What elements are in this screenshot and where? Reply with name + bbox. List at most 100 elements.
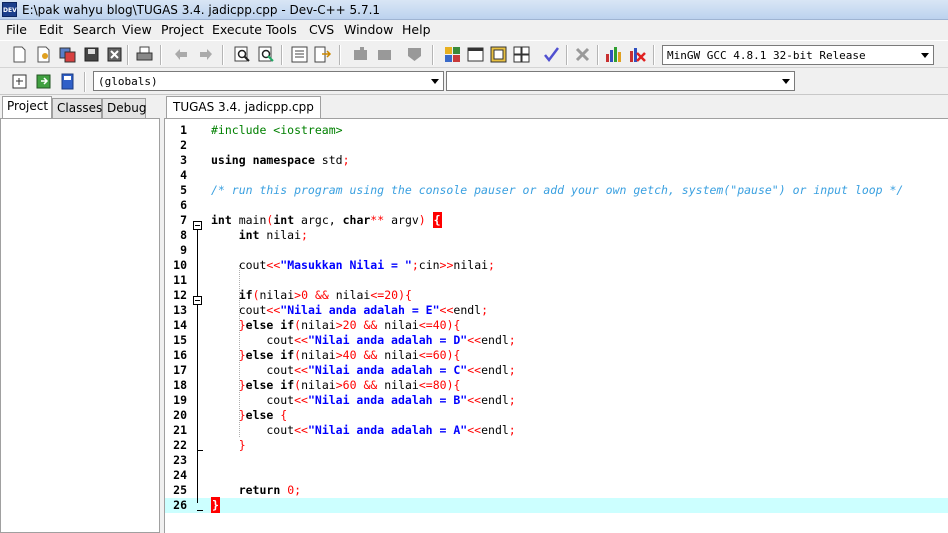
indent-icon[interactable] <box>290 45 309 64</box>
code-line[interactable]: 20 }else { <box>165 408 948 423</box>
code-line[interactable]: 8 int nilai; <box>165 228 948 243</box>
rebuild-icon[interactable] <box>512 45 531 64</box>
code-line[interactable]: 9 <box>165 243 948 258</box>
code-line[interactable]: 24 <box>165 468 948 483</box>
title-bar: DEV E:\pak wahyu blog\TUGAS 3.4. jadicpp… <box>0 0 948 20</box>
line-number: 6 <box>180 198 187 212</box>
fold-toggle-if[interactable] <box>193 296 202 305</box>
code-line[interactable]: 5 /* run this program using the console p… <box>165 183 948 198</box>
code-line[interactable]: 16 }else if(nilai>40 && nilai<=60){ <box>165 348 948 363</box>
line-number: 9 <box>180 243 187 257</box>
toolbar-separator <box>597 45 599 65</box>
line-number: 12 <box>173 288 187 302</box>
tab-debug[interactable]: Debug <box>102 98 146 118</box>
save-all-icon[interactable] <box>82 45 101 64</box>
menu-tools[interactable]: Tools <box>266 22 297 37</box>
menu-view[interactable]: View <box>122 22 152 37</box>
menu-help[interactable]: Help <box>402 22 431 37</box>
close-file-icon[interactable] <box>105 45 124 64</box>
menu-project[interactable]: Project <box>161 22 204 37</box>
save-icon[interactable] <box>58 45 77 64</box>
chevron-down-icon[interactable] <box>427 72 443 90</box>
code-line[interactable]: 17 cout<<"Nilai anda adalah = C"<<endl; <box>165 363 948 378</box>
fold-end-marker <box>197 510 203 511</box>
run-icon[interactable] <box>466 45 485 64</box>
goto-bookmark-icon[interactable] <box>58 72 77 91</box>
fold-toggle-main[interactable] <box>193 221 202 230</box>
project-add-icon[interactable] <box>375 45 394 64</box>
fold-line <box>197 228 198 503</box>
code-line[interactable]: 25 return 0; <box>165 483 948 498</box>
code-line[interactable]: 10 cout<<"Masukkan Nilai = ";cin>>nilai; <box>165 258 948 273</box>
line-number: 21 <box>173 423 187 437</box>
code-text: int nilai; <box>238 228 308 242</box>
tab-classes[interactable]: Classes <box>52 98 102 118</box>
line-number: 18 <box>173 378 187 392</box>
code-line[interactable]: 23 <box>165 453 948 468</box>
code-line[interactable]: 26} <box>165 497 948 513</box>
menu-cvs[interactable]: CVS <box>309 22 334 37</box>
menu-edit[interactable]: Edit <box>39 22 63 37</box>
code-line[interactable]: 7 int main(int argc, char** argv) { <box>165 212 948 228</box>
line-number: 14 <box>173 318 187 332</box>
code-text: int main(int argc, char** argv) { <box>211 212 442 228</box>
toggle-bookmark-icon[interactable] <box>34 72 53 91</box>
code-line[interactable]: 21 cout<<"Nilai anda adalah = A"<<endl; <box>165 423 948 438</box>
code-line[interactable]: 13 cout<<"Nilai anda adalah = E"<<endl; <box>165 303 948 318</box>
goto-line-icon[interactable] <box>313 45 332 64</box>
delete-profile-icon[interactable] <box>628 45 647 64</box>
code-text: }else if(nilai>40 && nilai<=60){ <box>238 348 461 362</box>
line-number: 26 <box>173 498 187 512</box>
code-line[interactable]: 14 }else if(nilai>20 && nilai<=40){ <box>165 318 948 333</box>
insert-icon[interactable] <box>10 72 29 91</box>
open-file-icon[interactable] <box>34 45 53 64</box>
line-number: 3 <box>180 153 187 167</box>
code-line[interactable]: 2 <box>165 138 948 153</box>
code-line[interactable]: 22 } <box>165 438 948 453</box>
project-browser[interactable] <box>0 118 160 533</box>
project-options-icon[interactable] <box>405 45 424 64</box>
menu-execute[interactable]: Execute <box>212 22 262 37</box>
code-text: cout<<"Nilai anda adalah = B"<<endl; <box>211 393 516 407</box>
line-number: 22 <box>173 438 187 452</box>
compiler-select-value: MinGW GCC 4.8.1 32-bit Release <box>667 49 866 62</box>
print-icon[interactable] <box>135 45 154 64</box>
syntax-check-icon[interactable] <box>542 45 561 64</box>
find-icon[interactable] <box>233 45 252 64</box>
code-line[interactable]: 6 <box>165 198 948 213</box>
code-line[interactable]: 4 <box>165 168 948 183</box>
scope-select[interactable]: (globals) <box>93 71 444 91</box>
line-number: 23 <box>173 453 187 467</box>
chevron-down-icon[interactable] <box>778 72 794 90</box>
new-file-icon[interactable] <box>10 45 29 64</box>
tab-file[interactable]: TUGAS 3.4. jadicpp.cpp <box>166 96 321 118</box>
toolbar-separator <box>566 45 568 65</box>
menu-file[interactable]: File <box>6 22 27 37</box>
compiler-select[interactable]: MinGW GCC 4.8.1 32-bit Release <box>662 45 934 65</box>
code-line[interactable]: 11 <box>165 273 948 288</box>
menu-search[interactable]: Search <box>73 22 116 37</box>
code-text: return 0; <box>238 483 302 497</box>
code-line[interactable]: 15 cout<<"Nilai anda adalah = D"<<endl; <box>165 333 948 348</box>
redo-icon[interactable] <box>196 45 215 64</box>
chevron-down-icon[interactable] <box>917 46 933 64</box>
compile-run-icon[interactable] <box>489 45 508 64</box>
code-line[interactable]: 19 cout<<"Nilai anda adalah = B"<<endl; <box>165 393 948 408</box>
code-line[interactable]: 12 if(nilai>0 && nilai<=20){ <box>165 288 948 303</box>
line-number: 15 <box>173 333 187 347</box>
code-editor[interactable]: 1 #include <iostream> 2 3 using namespace st… <box>164 118 948 533</box>
replace-icon[interactable] <box>257 45 276 64</box>
compile-icon[interactable] <box>443 45 462 64</box>
line-number: 2 <box>180 138 187 152</box>
profile-chart-icon[interactable] <box>604 45 623 64</box>
member-select[interactable] <box>446 71 795 91</box>
project-new-icon[interactable] <box>351 45 370 64</box>
tab-project[interactable]: Project <box>2 96 52 118</box>
toolbar-separator <box>84 72 86 92</box>
code-line[interactable]: 1 #include <iostream> <box>165 123 948 138</box>
stop-execution-icon[interactable] <box>573 45 592 64</box>
menu-window[interactable]: Window <box>344 22 393 37</box>
code-line[interactable]: 3 using namespace std; <box>165 153 948 168</box>
undo-icon[interactable] <box>172 45 191 64</box>
code-line[interactable]: 18 }else if(nilai>60 && nilai<=80){ <box>165 378 948 393</box>
